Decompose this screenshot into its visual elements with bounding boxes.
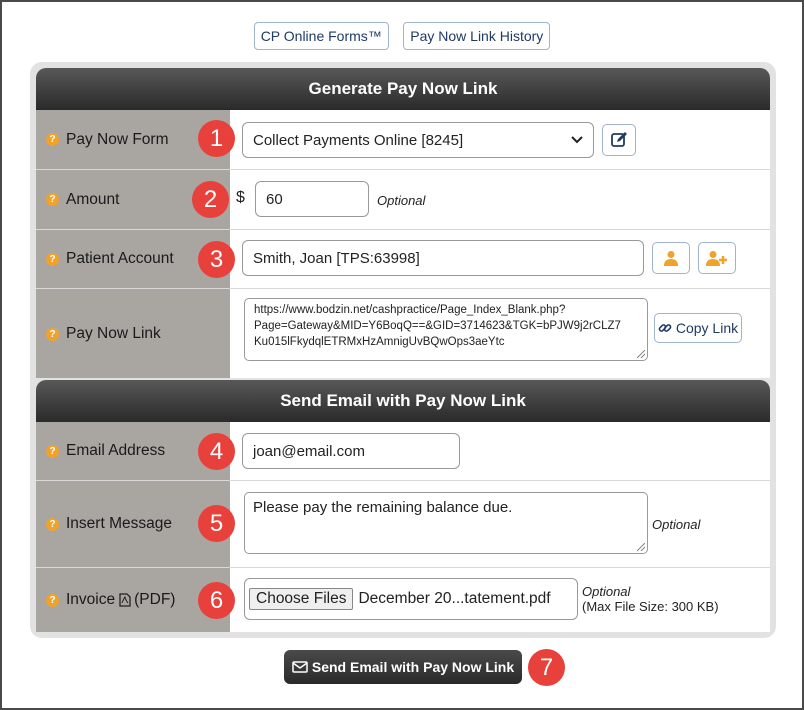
add-patient-button[interactable] [698,242,736,274]
select-patient-button[interactable] [652,242,690,274]
pdf-file-icon [119,593,131,607]
insert-message-row: ? Insert Message Please pay the remainin… [36,481,770,568]
step-badge-1: 1 [198,120,235,157]
user-plus-icon [706,251,727,266]
cp-online-forms-button[interactable]: CP Online Forms™ [253,22,389,50]
email-panel-title: Send Email with Pay Now Link [36,380,770,422]
amount-row: ? Amount $ 60 Optional 2 [36,170,770,230]
invoice-file-input[interactable]: Choose Files December 20...tatement.pdf [244,578,578,620]
generate-panel: Generate Pay Now Link ? Pay Now Form Col… [36,68,770,378]
pay-now-link-label: Pay Now Link [66,325,161,342]
pay-now-link-line-2: Page=Gateway&MID=Y6BoqQ==&GID=3714623&TG… [254,320,621,332]
patient-account-row: ? Patient Account Smith, Joan [TPS:63998… [36,230,770,289]
email-address-row: ? Email Address joan@email.com 4 [36,422,770,481]
amount-label: Amount [66,190,120,208]
insert-message-value: Please pay the remaining balance due. [253,499,513,516]
currency-symbol: $ [236,189,245,206]
step-badge-7: 7 [528,649,565,686]
user-icon [664,251,678,266]
send-email-button[interactable]: Send Email with Pay Now Link [284,650,522,684]
step-badge-2: 2 [192,181,229,218]
insert-message-textarea[interactable]: Please pay the remaining balance due. [244,492,648,554]
patient-account-value: Smith, Joan [TPS:63998] [253,249,420,267]
email-address-value: joan@email.com [253,442,365,460]
amount-optional: Optional [377,193,426,208]
step-badge-3: 3 [198,241,235,278]
step-badge-4: 4 [198,433,235,470]
pay-now-link-history-button[interactable]: Pay Now Link History [403,22,551,50]
question-circle-icon[interactable]: ? [46,593,59,607]
invoice-label: Invoice [66,591,116,608]
amount-input[interactable]: 60 [255,181,369,217]
step-badge-5: 5 [198,505,235,542]
pay-now-form-select[interactable]: Collect Payments Online [8245] [242,122,594,158]
top-button-bar: CP Online Forms™ Pay Now Link History [2,22,802,50]
amount-value: 60 [266,190,283,208]
copy-link-label: Copy Link [675,320,739,336]
message-optional: Optional [652,517,701,532]
edit-icon [611,132,627,147]
form-frame: Generate Pay Now Link ? Pay Now Form Col… [30,62,776,638]
patient-account-label: Patient Account [66,250,174,267]
question-circle-icon[interactable]: ? [46,193,59,206]
question-circle-icon[interactable]: ? [46,517,59,531]
question-circle-icon[interactable]: ? [46,252,59,266]
patient-account-input[interactable]: Smith, Joan [TPS:63998] [242,240,644,276]
email-panel: Send Email with Pay Now Link ? Email Add… [36,380,770,632]
resize-handle[interactable] [637,543,645,551]
invoice-optional: Optional [582,584,631,599]
insert-message-label: Insert Message [66,515,172,532]
pay-now-link-line-3: Ku015lFkydqlETRMxHzAmnigUvBQwOps3aeYtc [254,336,505,348]
link-icon [658,324,672,332]
step-badge-6: 6 [198,582,235,619]
question-circle-icon[interactable]: ? [46,444,59,458]
pay-now-link-line-1: https://www.bodzin.net/cashpractice/Page… [254,304,566,316]
choose-files-button[interactable]: Choose Files [249,588,354,610]
edit-form-button[interactable] [602,124,636,156]
invoice-label-suffix: (PDF) [134,591,176,608]
invoice-file-name: December 20...tatement.pdf [358,590,551,607]
email-address-label: Email Address [66,442,166,459]
pay-now-link-row: ? Pay Now Link https://www.bodzin.net/ca… [36,289,770,378]
invoice-row: ? Invoice (PDF) Choose Files December 20… [36,568,770,632]
pay-now-form-label: Pay Now Form [66,130,169,148]
pay-now-link-textarea[interactable]: https://www.bodzin.net/cashpractice/Page… [244,298,648,361]
pay-now-form-value: Collect Payments Online [8245] [253,131,464,149]
pay-now-form-row: ? Pay Now Form Collect Payments Online [… [36,110,770,170]
send-email-label: Send Email with Pay Now Link [311,659,515,675]
envelope-icon [292,661,308,673]
resize-handle[interactable] [637,350,645,358]
email-address-input[interactable]: joan@email.com [242,433,460,469]
question-circle-icon[interactable]: ? [46,133,59,146]
invoice-max-size: (Max File Size: 300 KB) [582,599,719,614]
invoice-hint: Optional (Max File Size: 300 KB) [582,584,719,614]
question-circle-icon[interactable]: ? [46,327,59,341]
generate-panel-title: Generate Pay Now Link [36,68,770,110]
chevron-down-icon [571,136,583,144]
copy-link-button[interactable]: Copy Link [654,313,742,343]
